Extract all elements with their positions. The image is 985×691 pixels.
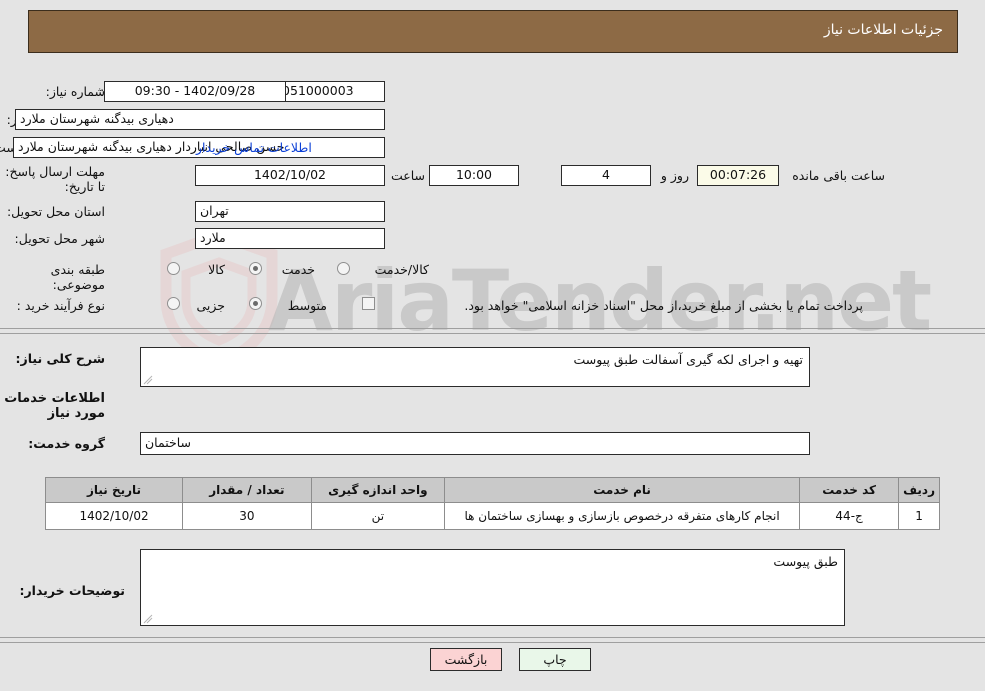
radio-motevaset-label: متوسط xyxy=(287,298,327,313)
subject-classification-label: طبقه بندی موضوعی: xyxy=(50,262,105,292)
treasury-checkbox[interactable] xyxy=(362,297,375,310)
buyer-notes-value: طبق پیوست xyxy=(773,554,838,569)
buyer-org-field[interactable]: دهیاری بیدگنه شهرستان ملارد xyxy=(15,109,385,130)
treasury-note-label: پرداخت تمام یا بخشی از مبلغ خرید،از محل … xyxy=(464,298,863,313)
deadline-hour-field[interactable]: 10:00 xyxy=(429,165,519,186)
table-header-row: ردیف کد خدمت نام خدمت واحد اندازه گیری ت… xyxy=(44,477,940,503)
divider-3 xyxy=(0,637,985,638)
cell-service-name: انجام کارهای متفرقه درخصوص بازسازی و بهس… xyxy=(444,502,801,530)
need-description-value: تهیه و اجرای لکه گیری آسفالت طبق پیوست xyxy=(573,352,804,367)
cell-quantity: 30 xyxy=(182,502,312,530)
cell-row: 1 xyxy=(898,502,940,530)
radio-kala-khedmat-label: کالا/خدمت xyxy=(374,262,429,277)
divider-2 xyxy=(0,333,985,334)
th-row: ردیف xyxy=(898,477,940,503)
delivery-city-label: شهر محل تحویل: xyxy=(14,231,105,246)
back-button[interactable]: بازگشت xyxy=(430,648,502,671)
cell-unit: تن xyxy=(310,502,446,530)
radio-jozee-label: جزیی xyxy=(196,298,225,313)
radio-khedmat[interactable] xyxy=(249,262,262,275)
deadline-days-label: روز و xyxy=(660,168,689,183)
page-root: AriaTender.net جزئیات اطلاعات نیاز شماره… xyxy=(0,0,985,691)
divider-1 xyxy=(0,328,985,329)
service-group-field[interactable]: ساختمان xyxy=(140,432,810,455)
need-description-label: شرح کلی نیاز: xyxy=(15,351,105,366)
delivery-province-field[interactable]: تهران xyxy=(195,201,385,222)
delivery-city-field[interactable]: ملارد xyxy=(195,228,385,249)
th-need-date: تاریخ نیاز xyxy=(44,477,184,503)
public-announce-field[interactable]: 09:30 - 1402/09/28 xyxy=(104,81,286,102)
countdown-label: ساعت باقی مانده xyxy=(792,168,885,183)
service-group-label: گروه خدمت: xyxy=(28,436,105,451)
radio-jozee[interactable] xyxy=(167,297,180,310)
deadline-date-field[interactable]: 1402/10/02 xyxy=(195,165,385,186)
print-button[interactable]: چاپ xyxy=(519,648,591,671)
countdown-field[interactable]: 00:07:26 xyxy=(697,165,779,186)
response-deadline-label: مهلت ارسال پاسخ: تا تاریخ: xyxy=(5,164,105,194)
need-description-textarea[interactable]: تهیه و اجرای لکه گیری آسفالت طبق پیوست xyxy=(140,347,810,387)
cell-service-code: ج-44 xyxy=(799,502,900,530)
radio-kala-label: کالا xyxy=(208,262,225,277)
radio-kala-khedmat[interactable] xyxy=(337,262,350,275)
th-unit: واحد اندازه گیری xyxy=(310,477,446,503)
cell-need-date: 1402/10/02 xyxy=(44,502,184,530)
need-number-label: شماره نیاز: xyxy=(45,84,105,99)
resize-grip-icon[interactable] xyxy=(143,375,153,385)
services-section-heading: اطلاعات خدمات مورد نیاز xyxy=(4,391,105,421)
table-row: 1 ج-44 انجام کارهای متفرقه درخصوص بازساز… xyxy=(44,502,940,530)
radio-motevaset[interactable] xyxy=(249,297,262,310)
radio-kala[interactable] xyxy=(167,262,180,275)
th-service-code: کد خدمت xyxy=(799,477,900,503)
delivery-province-label: استان محل تحویل: xyxy=(6,204,105,219)
buyer-notes-textarea[interactable]: طبق پیوست xyxy=(140,549,845,626)
deadline-days-field[interactable]: 4 xyxy=(561,165,651,186)
buyer-notes-label: توضیحات خریدار: xyxy=(19,583,125,598)
deadline-hour-label: ساعت xyxy=(390,168,425,183)
resize-grip-icon[interactable] xyxy=(143,614,153,624)
th-service-name: نام خدمت xyxy=(444,477,801,503)
divider-4 xyxy=(0,642,985,643)
purchase-process-label: نوع فرآیند خرید : xyxy=(16,298,105,313)
radio-khedmat-label: خدمت xyxy=(281,262,315,277)
page-title: جزئیات اطلاعات نیاز xyxy=(823,22,943,38)
header-bar: جزئیات اطلاعات نیاز xyxy=(28,10,958,53)
services-table: ردیف کد خدمت نام خدمت واحد اندازه گیری ت… xyxy=(44,477,940,530)
buyer-contact-link[interactable]: اطلاعات تماس خریدار xyxy=(196,140,312,155)
th-quantity: تعداد / مقدار xyxy=(182,477,312,503)
